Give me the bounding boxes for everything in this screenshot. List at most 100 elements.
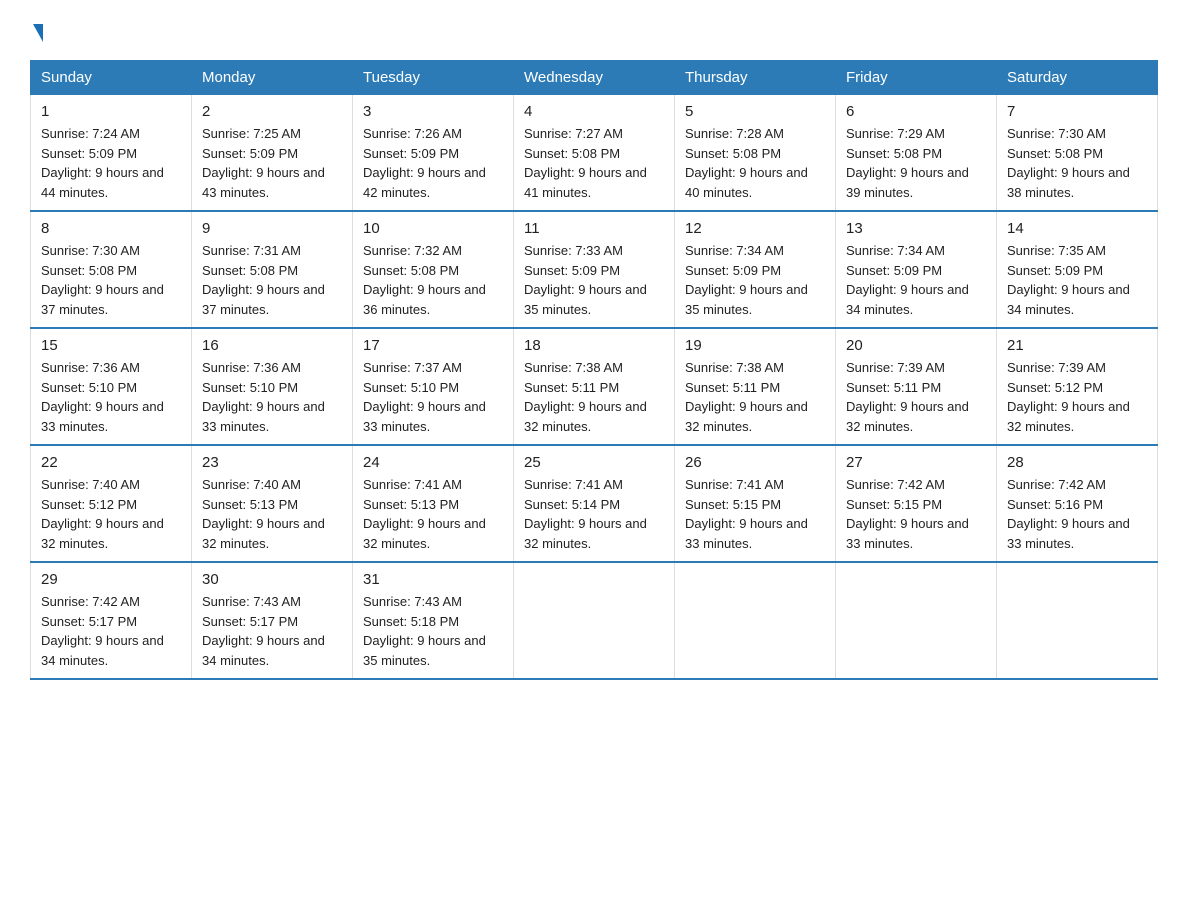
day-number: 22 (41, 454, 181, 471)
day-number: 26 (685, 454, 825, 471)
calendar-cell: 11 Sunrise: 7:33 AMSunset: 5:09 PMDaylig… (514, 211, 675, 328)
calendar-cell: 28 Sunrise: 7:42 AMSunset: 5:16 PMDaylig… (997, 445, 1158, 562)
day-number: 25 (524, 454, 664, 471)
day-number: 20 (846, 337, 986, 354)
calendar-cell: 25 Sunrise: 7:41 AMSunset: 5:14 PMDaylig… (514, 445, 675, 562)
day-number: 21 (1007, 337, 1147, 354)
calendar-week-row: 15 Sunrise: 7:36 AMSunset: 5:10 PMDaylig… (31, 328, 1158, 445)
day-info: Sunrise: 7:34 AMSunset: 5:09 PMDaylight:… (685, 241, 825, 319)
day-info: Sunrise: 7:42 AMSunset: 5:15 PMDaylight:… (846, 475, 986, 553)
day-info: Sunrise: 7:43 AMSunset: 5:17 PMDaylight:… (202, 592, 342, 670)
day-number: 27 (846, 454, 986, 471)
day-number: 12 (685, 220, 825, 237)
calendar-header-row: SundayMondayTuesdayWednesdayThursdayFrid… (31, 61, 1158, 95)
calendar-week-row: 29 Sunrise: 7:42 AMSunset: 5:17 PMDaylig… (31, 562, 1158, 679)
calendar-cell: 15 Sunrise: 7:36 AMSunset: 5:10 PMDaylig… (31, 328, 192, 445)
calendar-cell: 5 Sunrise: 7:28 AMSunset: 5:08 PMDayligh… (675, 95, 836, 212)
day-info: Sunrise: 7:38 AMSunset: 5:11 PMDaylight:… (524, 358, 664, 436)
page-header (30, 20, 1158, 42)
day-info: Sunrise: 7:40 AMSunset: 5:12 PMDaylight:… (41, 475, 181, 553)
calendar-cell (514, 562, 675, 679)
calendar-week-row: 1 Sunrise: 7:24 AMSunset: 5:09 PMDayligh… (31, 95, 1158, 212)
day-number: 31 (363, 571, 503, 588)
day-number: 23 (202, 454, 342, 471)
day-number: 8 (41, 220, 181, 237)
logo-arrow-icon (33, 24, 43, 42)
calendar-cell: 23 Sunrise: 7:40 AMSunset: 5:13 PMDaylig… (192, 445, 353, 562)
calendar-cell: 30 Sunrise: 7:43 AMSunset: 5:17 PMDaylig… (192, 562, 353, 679)
day-info: Sunrise: 7:38 AMSunset: 5:11 PMDaylight:… (685, 358, 825, 436)
day-info: Sunrise: 7:43 AMSunset: 5:18 PMDaylight:… (363, 592, 503, 670)
header-friday: Friday (836, 61, 997, 95)
day-info: Sunrise: 7:41 AMSunset: 5:13 PMDaylight:… (363, 475, 503, 553)
calendar-cell: 26 Sunrise: 7:41 AMSunset: 5:15 PMDaylig… (675, 445, 836, 562)
day-number: 9 (202, 220, 342, 237)
calendar-cell: 19 Sunrise: 7:38 AMSunset: 5:11 PMDaylig… (675, 328, 836, 445)
calendar-cell: 3 Sunrise: 7:26 AMSunset: 5:09 PMDayligh… (353, 95, 514, 212)
day-info: Sunrise: 7:26 AMSunset: 5:09 PMDaylight:… (363, 124, 503, 202)
calendar-cell: 12 Sunrise: 7:34 AMSunset: 5:09 PMDaylig… (675, 211, 836, 328)
day-info: Sunrise: 7:35 AMSunset: 5:09 PMDaylight:… (1007, 241, 1147, 319)
day-number: 29 (41, 571, 181, 588)
day-number: 15 (41, 337, 181, 354)
day-info: Sunrise: 7:31 AMSunset: 5:08 PMDaylight:… (202, 241, 342, 319)
day-info: Sunrise: 7:30 AMSunset: 5:08 PMDaylight:… (41, 241, 181, 319)
calendar-cell: 7 Sunrise: 7:30 AMSunset: 5:08 PMDayligh… (997, 95, 1158, 212)
day-number: 3 (363, 103, 503, 120)
day-number: 18 (524, 337, 664, 354)
day-info: Sunrise: 7:42 AMSunset: 5:16 PMDaylight:… (1007, 475, 1147, 553)
calendar-cell: 9 Sunrise: 7:31 AMSunset: 5:08 PMDayligh… (192, 211, 353, 328)
day-number: 14 (1007, 220, 1147, 237)
header-wednesday: Wednesday (514, 61, 675, 95)
day-info: Sunrise: 7:32 AMSunset: 5:08 PMDaylight:… (363, 241, 503, 319)
calendar-cell (997, 562, 1158, 679)
day-info: Sunrise: 7:24 AMSunset: 5:09 PMDaylight:… (41, 124, 181, 202)
day-number: 11 (524, 220, 664, 237)
day-number: 6 (846, 103, 986, 120)
day-info: Sunrise: 7:41 AMSunset: 5:15 PMDaylight:… (685, 475, 825, 553)
header-monday: Monday (192, 61, 353, 95)
day-info: Sunrise: 7:36 AMSunset: 5:10 PMDaylight:… (41, 358, 181, 436)
calendar-table: SundayMondayTuesdayWednesdayThursdayFrid… (30, 60, 1158, 680)
day-info: Sunrise: 7:33 AMSunset: 5:09 PMDaylight:… (524, 241, 664, 319)
day-info: Sunrise: 7:39 AMSunset: 5:11 PMDaylight:… (846, 358, 986, 436)
calendar-cell (675, 562, 836, 679)
day-number: 2 (202, 103, 342, 120)
calendar-cell: 17 Sunrise: 7:37 AMSunset: 5:10 PMDaylig… (353, 328, 514, 445)
calendar-cell: 18 Sunrise: 7:38 AMSunset: 5:11 PMDaylig… (514, 328, 675, 445)
calendar-cell: 14 Sunrise: 7:35 AMSunset: 5:09 PMDaylig… (997, 211, 1158, 328)
calendar-cell: 29 Sunrise: 7:42 AMSunset: 5:17 PMDaylig… (31, 562, 192, 679)
day-number: 17 (363, 337, 503, 354)
calendar-cell: 27 Sunrise: 7:42 AMSunset: 5:15 PMDaylig… (836, 445, 997, 562)
calendar-cell: 24 Sunrise: 7:41 AMSunset: 5:13 PMDaylig… (353, 445, 514, 562)
calendar-cell: 10 Sunrise: 7:32 AMSunset: 5:08 PMDaylig… (353, 211, 514, 328)
day-number: 30 (202, 571, 342, 588)
calendar-cell: 4 Sunrise: 7:27 AMSunset: 5:08 PMDayligh… (514, 95, 675, 212)
day-info: Sunrise: 7:42 AMSunset: 5:17 PMDaylight:… (41, 592, 181, 670)
header-thursday: Thursday (675, 61, 836, 95)
day-info: Sunrise: 7:36 AMSunset: 5:10 PMDaylight:… (202, 358, 342, 436)
day-number: 28 (1007, 454, 1147, 471)
calendar-cell: 6 Sunrise: 7:29 AMSunset: 5:08 PMDayligh… (836, 95, 997, 212)
day-number: 5 (685, 103, 825, 120)
day-number: 24 (363, 454, 503, 471)
header-tuesday: Tuesday (353, 61, 514, 95)
day-info: Sunrise: 7:27 AMSunset: 5:08 PMDaylight:… (524, 124, 664, 202)
day-info: Sunrise: 7:41 AMSunset: 5:14 PMDaylight:… (524, 475, 664, 553)
calendar-week-row: 8 Sunrise: 7:30 AMSunset: 5:08 PMDayligh… (31, 211, 1158, 328)
calendar-cell: 8 Sunrise: 7:30 AMSunset: 5:08 PMDayligh… (31, 211, 192, 328)
day-info: Sunrise: 7:40 AMSunset: 5:13 PMDaylight:… (202, 475, 342, 553)
day-number: 13 (846, 220, 986, 237)
day-info: Sunrise: 7:29 AMSunset: 5:08 PMDaylight:… (846, 124, 986, 202)
day-info: Sunrise: 7:30 AMSunset: 5:08 PMDaylight:… (1007, 124, 1147, 202)
calendar-cell: 21 Sunrise: 7:39 AMSunset: 5:12 PMDaylig… (997, 328, 1158, 445)
calendar-cell: 31 Sunrise: 7:43 AMSunset: 5:18 PMDaylig… (353, 562, 514, 679)
day-info: Sunrise: 7:37 AMSunset: 5:10 PMDaylight:… (363, 358, 503, 436)
day-number: 16 (202, 337, 342, 354)
calendar-cell: 20 Sunrise: 7:39 AMSunset: 5:11 PMDaylig… (836, 328, 997, 445)
day-number: 1 (41, 103, 181, 120)
day-number: 10 (363, 220, 503, 237)
header-sunday: Sunday (31, 61, 192, 95)
header-saturday: Saturday (997, 61, 1158, 95)
day-number: 7 (1007, 103, 1147, 120)
